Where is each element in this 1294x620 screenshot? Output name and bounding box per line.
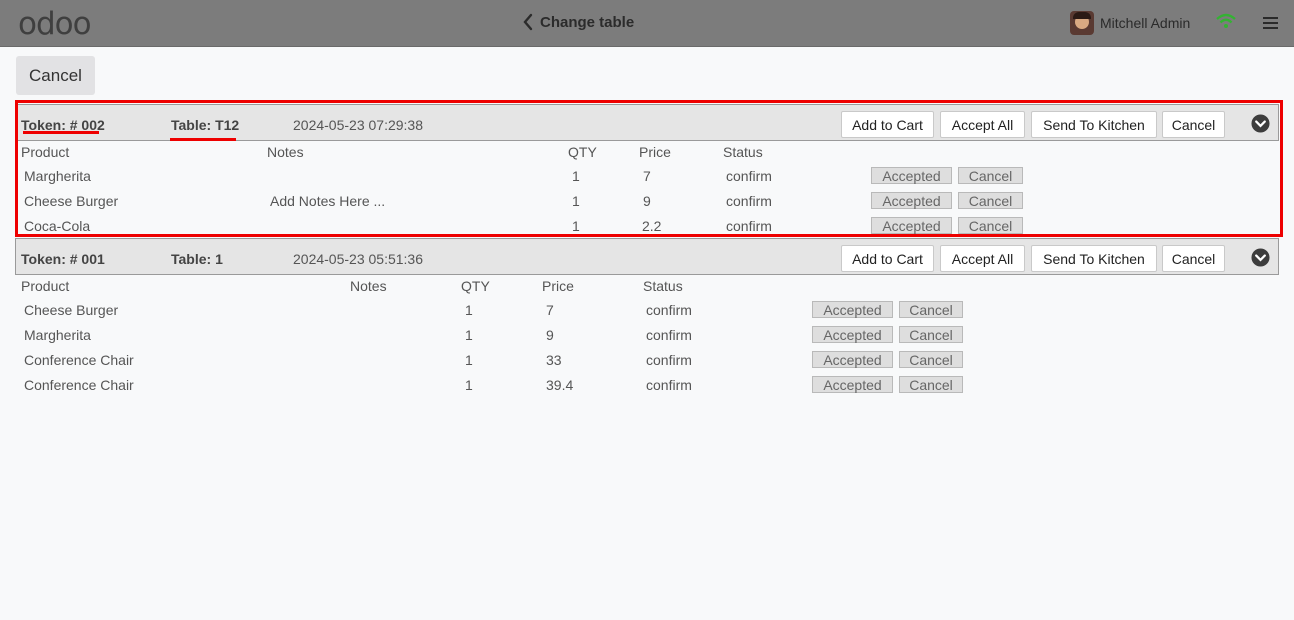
cancel-button[interactable]: Cancel xyxy=(16,56,95,95)
accept-all-button[interactable]: Accept All xyxy=(940,111,1025,138)
order-header: Token: # 002 Table: T12 2024-05-23 07:29… xyxy=(15,104,1279,141)
line-product: Margherita xyxy=(24,327,91,343)
order-datetime: 2024-05-23 05:51:36 xyxy=(293,251,423,267)
user-menu[interactable]: Mitchell Admin xyxy=(1070,11,1190,35)
order-cancel-button[interactable]: Cancel xyxy=(1162,245,1225,272)
line-status: confirm xyxy=(726,218,772,234)
column-status: Status xyxy=(723,144,763,160)
line-status: confirm xyxy=(646,377,692,393)
avatar xyxy=(1070,11,1094,35)
line-product: Margherita xyxy=(24,168,91,184)
chevron-left-icon xyxy=(523,13,533,31)
line-qty: 1 xyxy=(572,193,580,209)
line-product: Coca-Cola xyxy=(24,218,91,234)
column-price: Price xyxy=(639,144,671,160)
line-qty: 1 xyxy=(465,327,473,343)
line-price: 33 xyxy=(546,352,562,368)
line-status: confirm xyxy=(646,352,692,368)
line-status: confirm xyxy=(646,302,692,318)
column-product: Product xyxy=(21,278,70,294)
line-qty: 1 xyxy=(572,218,580,234)
accepted-button[interactable]: Accepted xyxy=(871,217,952,234)
top-navbar: odoo Change table Mitchell Admin xyxy=(0,0,1294,47)
accepted-button[interactable]: Accepted xyxy=(871,192,952,209)
line-price: 7 xyxy=(643,168,651,184)
line-product: Cheese Burger xyxy=(24,302,119,318)
column-qty: QTY xyxy=(461,278,490,294)
line-product: Conference Chair xyxy=(24,377,134,393)
line-product: Conference Chair xyxy=(24,352,134,368)
column-qty: QTY xyxy=(568,144,597,160)
column-notes: Notes xyxy=(350,278,387,294)
add-to-cart-button[interactable]: Add to Cart xyxy=(841,245,934,272)
line-cancel-button[interactable]: Cancel xyxy=(899,301,963,318)
line-cancel-button[interactable]: Cancel xyxy=(958,192,1023,209)
order-header: Token: # 001 Table: 1 2024-05-23 05:51:3… xyxy=(15,238,1279,275)
order-token: Token: # 001 xyxy=(21,251,105,267)
line-cancel-button[interactable]: Cancel xyxy=(899,326,963,343)
accept-all-button[interactable]: Accept All xyxy=(940,245,1025,272)
line-price: 9 xyxy=(643,193,651,209)
accepted-button[interactable]: Accepted xyxy=(812,376,893,393)
line-price: 7 xyxy=(546,302,554,318)
line-qty: 1 xyxy=(465,352,473,368)
accepted-button[interactable]: Accepted xyxy=(812,351,893,368)
line-qty: 1 xyxy=(465,302,473,318)
accepted-button[interactable]: Accepted xyxy=(812,326,893,343)
line-status: confirm xyxy=(726,193,772,209)
odoo-logo: odoo xyxy=(18,6,92,42)
wifi-icon xyxy=(1216,13,1236,28)
line-price: 2.2 xyxy=(642,218,662,234)
order-datetime: 2024-05-23 07:29:38 xyxy=(293,117,423,133)
line-qty: 1 xyxy=(465,377,473,393)
line-cancel-button[interactable]: Cancel xyxy=(958,217,1023,234)
send-to-kitchen-button[interactable]: Send To Kitchen xyxy=(1031,111,1157,138)
change-table-label: Change table xyxy=(540,13,635,31)
order-table: Table: 1 xyxy=(171,251,223,267)
change-table-button[interactable]: Change table xyxy=(522,13,634,31)
column-price: Price xyxy=(542,278,574,294)
line-status: confirm xyxy=(726,168,772,184)
add-to-cart-button[interactable]: Add to Cart xyxy=(841,111,934,138)
line-product: Cheese Burger xyxy=(24,193,119,209)
table-underline xyxy=(170,138,236,141)
line-status: confirm xyxy=(646,327,692,343)
accepted-button[interactable]: Accepted xyxy=(812,301,893,318)
order-cancel-button[interactable]: Cancel xyxy=(1162,111,1225,138)
line-price: 9 xyxy=(546,327,554,343)
column-status: Status xyxy=(643,278,683,294)
accepted-button[interactable]: Accepted xyxy=(871,167,952,184)
line-cancel-button[interactable]: Cancel xyxy=(958,167,1023,184)
line-qty: 1 xyxy=(572,168,580,184)
column-notes: Notes xyxy=(267,144,304,160)
line-notes-input[interactable]: Add Notes Here ... xyxy=(270,193,385,209)
line-price: 39.4 xyxy=(546,377,574,393)
token-underline xyxy=(23,131,99,134)
column-product: Product xyxy=(21,144,70,160)
user-name: Mitchell Admin xyxy=(1100,15,1191,31)
order-table: Table: T12 xyxy=(171,117,240,133)
line-cancel-button[interactable]: Cancel xyxy=(899,376,963,393)
line-cancel-button[interactable]: Cancel xyxy=(899,351,963,368)
chevron-down-icon[interactable] xyxy=(1251,248,1270,267)
chevron-down-icon[interactable] xyxy=(1251,114,1270,133)
hamburger-menu-icon[interactable] xyxy=(1263,16,1278,30)
send-to-kitchen-button[interactable]: Send To Kitchen xyxy=(1031,245,1157,272)
